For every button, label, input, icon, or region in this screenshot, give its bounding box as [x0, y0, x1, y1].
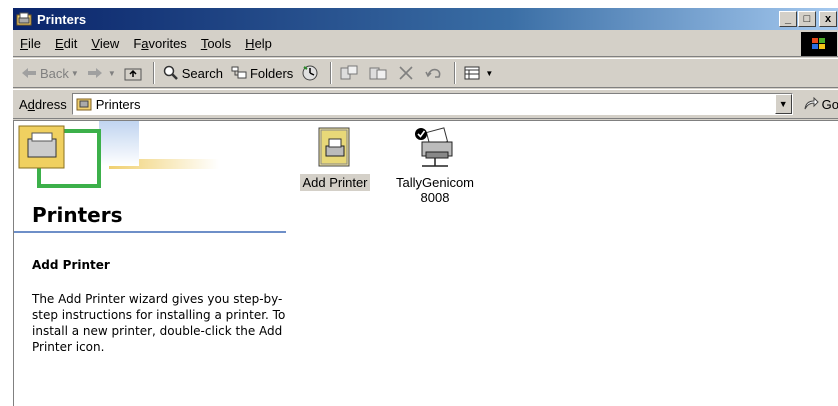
- window-title: Printers: [37, 11, 87, 27]
- move-to-button[interactable]: [336, 61, 365, 85]
- toolbar-separator: [152, 62, 155, 84]
- tallygenicom-printer-item[interactable]: TallyGenicom 8008: [390, 126, 480, 206]
- go-button[interactable]: Go: [803, 97, 838, 112]
- address-input[interactable]: Printers ▼: [71, 93, 793, 115]
- history-button[interactable]: [297, 61, 326, 85]
- panel-heading: Add Printer: [32, 258, 110, 272]
- panel-banner: Printers: [14, 121, 286, 233]
- views-dropdown-icon[interactable]: ▼: [485, 69, 493, 78]
- toolbar-separator: [454, 62, 457, 84]
- undo-button[interactable]: [421, 61, 450, 85]
- panel-title: Printers: [32, 203, 123, 227]
- web-view-panel: Printers Add Printer The Add Printer wiz…: [14, 121, 286, 406]
- address-value: Printers: [95, 96, 141, 112]
- title-bar[interactable]: Printers _ □ x: [13, 8, 838, 30]
- copy-to-icon: [369, 65, 387, 81]
- folders-icon: [231, 65, 247, 81]
- go-label: Go: [821, 96, 838, 112]
- forward-dropdown-icon[interactable]: ▼: [108, 69, 116, 78]
- history-icon: [301, 64, 319, 82]
- content-area: Printers Add Printer The Add Printer wiz…: [13, 120, 838, 406]
- printer-folder-icon: [76, 96, 92, 112]
- folders-button[interactable]: Folders: [227, 61, 297, 85]
- copy-to-button[interactable]: [365, 61, 394, 85]
- printer-folder-icon: [16, 11, 32, 27]
- printers-window: Printers _ □ x File Edit View Favorites …: [12, 7, 838, 406]
- windows-logo-icon: [801, 32, 837, 56]
- menu-bar: File Edit View Favorites Tools Help: [13, 31, 838, 57]
- back-arrow-icon: [21, 67, 37, 79]
- add-printer-icon: [318, 127, 350, 167]
- back-dropdown-icon[interactable]: ▼: [71, 69, 79, 78]
- toolbar: Back ▼ ▼ Search Folders ▼: [13, 58, 838, 88]
- go-arrow-icon: [803, 97, 819, 111]
- maximize-button[interactable]: □: [798, 11, 816, 27]
- back-label: Back: [40, 65, 69, 81]
- panel-description: The Add Printer wizard gives you step-by…: [32, 292, 286, 354]
- add-printer-item[interactable]: Add Printer: [290, 126, 380, 191]
- delete-button[interactable]: [394, 61, 421, 85]
- move-to-icon: [340, 65, 358, 81]
- menu-tools[interactable]: Tools: [194, 36, 238, 51]
- undo-icon: [425, 66, 443, 80]
- forward-button[interactable]: ▼: [83, 61, 120, 85]
- views-button[interactable]: ▼: [460, 61, 497, 85]
- folders-label: Folders: [249, 65, 294, 81]
- address-bar: Address Printers ▼ Go: [13, 89, 838, 119]
- minimize-button[interactable]: _: [779, 11, 797, 27]
- menu-view[interactable]: View: [84, 36, 126, 51]
- toolbar-separator: [330, 62, 333, 84]
- address-label: Address: [19, 96, 67, 112]
- up-folder-button[interactable]: [120, 61, 149, 85]
- views-icon: [464, 66, 480, 80]
- forward-arrow-icon: [87, 67, 103, 79]
- search-label: Search: [181, 65, 223, 81]
- delete-icon: [398, 65, 414, 81]
- tallygenicom-label: TallyGenicom 8008: [395, 175, 475, 205]
- address-dropdown-icon[interactable]: ▼: [774, 94, 792, 114]
- network-printer-icon: [415, 127, 453, 167]
- search-icon: [163, 65, 179, 81]
- menu-edit[interactable]: Edit: [48, 36, 84, 51]
- menu-help[interactable]: Help: [238, 36, 279, 51]
- menu-file[interactable]: File: [13, 36, 48, 51]
- add-printer-label: Add Printer: [300, 174, 370, 191]
- close-button[interactable]: x: [819, 11, 837, 27]
- back-button[interactable]: Back ▼: [17, 61, 83, 85]
- menu-favorites[interactable]: Favorites: [126, 36, 193, 51]
- search-button[interactable]: Search: [159, 61, 227, 85]
- up-folder-icon: [124, 65, 142, 81]
